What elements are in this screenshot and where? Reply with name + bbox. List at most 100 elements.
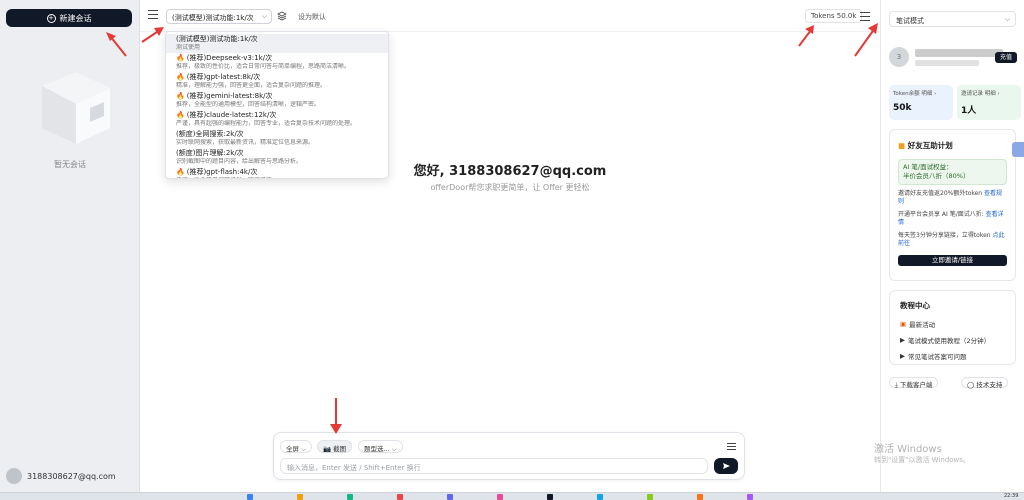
model-option-title: 🔥 (推荐)gpt-flash:4k/次 xyxy=(176,168,258,176)
doc-item-faq[interactable]: ▶ 常见笔试答案可问题 xyxy=(900,351,1005,361)
triangle-right-icon: ▶ xyxy=(900,352,905,360)
model-option-title: 🔥 (推荐)Deepseek-v3:1k/次 xyxy=(176,54,273,62)
blurred-username xyxy=(915,49,1003,57)
invite-record-label: 邀请记录 明细 › xyxy=(961,91,1000,97)
fire-icon: 🔥 xyxy=(176,92,185,100)
fire-icon: 🔥 xyxy=(176,168,185,176)
plus-icon: + xyxy=(46,13,56,23)
docs-card: 教程中心 ▣ 最新活动 ▶ 笔试模式使用教程（2分钟） ▶ 常见笔试答案可问题 xyxy=(889,290,1016,365)
top-bar: (测试模型)测试功能:1k/次 ⌵ 设为默认 Tokens 50.0k xyxy=(140,0,880,32)
app-icon[interactable] xyxy=(347,494,353,500)
invite-title: ■ 好友互助计划 xyxy=(898,141,953,150)
model-option-desc: 精准，理解能力强，回答更全面，适合复杂问题的推理。 xyxy=(176,82,327,89)
recharge-button[interactable]: 充值 xyxy=(995,52,1017,63)
side-floating-tab[interactable] xyxy=(1012,142,1024,157)
taskbar-clock: 22:39 xyxy=(1004,493,1019,499)
composer-menu-icon[interactable] xyxy=(727,443,736,451)
model-option-title: 🔥 (推荐)gemini-latest:8k/次 xyxy=(176,92,273,100)
invite-share-line: 每天签3分钟分享链接，立得token 点此前往 xyxy=(898,232,1005,247)
new-chat-button[interactable]: + 新建会话 xyxy=(6,9,132,27)
panel-menu-icon[interactable] xyxy=(860,12,870,21)
model-option-desc: 严谨，具有超强的编程能力，回答专业，适合复杂技术问题的处理。 xyxy=(176,120,357,127)
gift-icon: ▣ xyxy=(900,320,907,328)
doc-item-latest[interactable]: ▣ 最新活动 xyxy=(900,319,1005,329)
profile-avatar: 3 xyxy=(889,47,909,67)
model-option-desc: 快速，适合简单问答场景，响应迅速。 xyxy=(176,177,378,178)
set-default-button[interactable]: 设为默认 xyxy=(298,12,326,22)
chevron-down-icon: ⌵ xyxy=(1004,15,1010,23)
app-icon[interactable] xyxy=(597,494,603,500)
tech-support-button[interactable]: ◯ 技术支持 xyxy=(961,377,1009,389)
model-option[interactable]: 🔥 (推荐)Deepseek-v3:1k/次 推荐，极致的性价比，适合日常问答与简单… xyxy=(166,53,388,72)
taskbar: 22:39 xyxy=(0,492,1024,500)
mode-select[interactable]: 笔试模式 ⌵ xyxy=(889,11,1016,27)
fire-icon: 🔥 xyxy=(176,111,185,119)
start-icon[interactable] xyxy=(247,494,253,500)
layers-icon[interactable] xyxy=(277,11,287,21)
invite-record-card[interactable]: 邀请记录 明细 › 1人 xyxy=(957,85,1021,120)
app-icon[interactable] xyxy=(747,494,753,500)
user-avatar xyxy=(6,468,22,484)
model-option[interactable]: 🔥 (推荐)claude-latest:12k/次 严谨，具有超强的编程能力，回答专… xyxy=(166,110,388,129)
invite-record-value: 1人 xyxy=(961,106,977,116)
app-icon[interactable] xyxy=(647,494,653,500)
composer: 全屏 ⌵ 📷 截图 题型选... ⌵ 输入消息，Enter 发送 / Shift… xyxy=(273,432,745,480)
model-option[interactable]: 🔥(推荐)gpt-flash:4k/次快速，适合简单问答场景，响应迅速。 xyxy=(166,167,388,178)
token-balance-value: 50k xyxy=(893,103,912,113)
invite-reward-box: AI 笔/面试权益： 半价会员八折（80%） xyxy=(898,159,1007,185)
app-icon[interactable] xyxy=(697,494,703,500)
model-option-title: (额度)全网搜索:2k/次 xyxy=(176,130,244,138)
model-option[interactable]: 🔥 (推荐)gemini-latest:8k/次 推荐，全能型的通用模型，回答结构清… xyxy=(166,91,388,110)
tokens-badge: Tokens 50.0k xyxy=(805,9,863,23)
fire-icon: 🔥 xyxy=(176,73,185,81)
question-type-chip[interactable]: 题型选... ⌵ xyxy=(358,440,403,453)
model-option[interactable]: (额度)全网搜索:2k/次 实时联网搜索，获取最新资讯，精准定位信息来源。 xyxy=(166,129,388,148)
mode-value: 笔试模式 xyxy=(896,17,924,25)
download-icon: ⤓ xyxy=(895,381,898,389)
model-option[interactable]: 🔥 (推荐)gpt-latest:8k/次 精准，理解能力强，回答更全面，适合复杂问… xyxy=(166,72,388,91)
explorer-icon[interactable] xyxy=(297,494,303,500)
fire-icon: 🔥 xyxy=(176,54,185,62)
invite-card: ■ 好友互助计划 AI 笔/面试权益： 半价会员八折（80%） 邀请好友充值返2… xyxy=(889,129,1016,281)
triangle-right-icon: ▶ xyxy=(900,336,905,344)
app-icon[interactable] xyxy=(397,494,403,500)
gift-icon: ■ xyxy=(898,141,906,150)
new-chat-label: 新建会话 xyxy=(59,13,92,23)
screenshot-chip[interactable]: 📷 截图 xyxy=(317,440,353,453)
blurred-email xyxy=(915,60,979,66)
doc-item-tutorial[interactable]: ▶ 笔试模式使用教程（2分钟） xyxy=(900,335,1005,345)
send-icon xyxy=(723,463,730,469)
fullscreen-chip[interactable]: 全屏 ⌵ xyxy=(280,440,312,453)
token-balance-card[interactable]: Token余额 明细 › 50k xyxy=(889,85,953,120)
menu-icon[interactable] xyxy=(148,10,158,19)
model-option-desc: 识别截图中的题目内容，给出解答与思路分析。 xyxy=(176,158,303,165)
model-option-desc: 推荐，全能型的通用模型，回答结构清晰，逻辑严密。 xyxy=(176,101,321,108)
app-icon[interactable] xyxy=(547,494,553,500)
model-selected-value: (测试模型)测试功能:1k/次 xyxy=(172,14,254,22)
chevron-down-icon: ⌵ xyxy=(261,12,267,20)
invite-button[interactable]: 立即邀请/链接 xyxy=(898,255,1007,266)
invite-member-line: 开通平台会员享 AI 笔/面试八折: 查看详情 xyxy=(898,211,1004,226)
app-icon[interactable] xyxy=(447,494,453,500)
send-button[interactable] xyxy=(714,458,738,474)
right-panel: 笔试模式 ⌵ 3 充值 Token余额 明细 › 50k 邀请记录 明细 › 1… xyxy=(880,0,1024,492)
model-option-title: 🔥 (推荐)gpt-latest:8k/次 xyxy=(176,73,261,81)
empty-box-illustration xyxy=(28,60,110,144)
main-area: (测试模型)测试功能:1k/次 ⌵ 设为默认 Tokens 50.0k (测试模… xyxy=(140,0,880,492)
empty-conversations-text: 暂无会话 xyxy=(54,160,86,169)
user-account[interactable]: 3188308627@qq.com xyxy=(6,468,116,484)
app-icon[interactable] xyxy=(497,494,503,500)
chat-icon: ◯ xyxy=(967,381,975,389)
model-option-desc: 实时联网搜索，获取最新资讯，精准定位信息来源。 xyxy=(176,139,315,146)
message-input[interactable]: 输入消息，Enter 发送 / Shift+Enter 换行 xyxy=(280,458,708,474)
camera-icon: 📷 xyxy=(323,445,332,453)
windows-activation-hint: 转到"设置"以激活 Windows。 xyxy=(874,456,970,464)
model-option[interactable]: (测试模型)测试功能:1k/次 测试使用 xyxy=(166,34,388,53)
download-client-button[interactable]: ⤓ 下载客户端 xyxy=(889,377,939,389)
model-select[interactable]: (测试模型)测试功能:1k/次 ⌵ xyxy=(166,9,272,24)
model-option-title: (测试模型)测试功能:1k/次 xyxy=(176,35,258,43)
invite-rule-line: 邀请好友充值返20%额外token 查看规则 xyxy=(898,190,1003,205)
token-balance-label: Token余额 明细 › xyxy=(893,91,937,97)
screenshot-label: 截图 xyxy=(333,445,347,453)
model-option[interactable]: (额度)图片理解:2k/次 识别截图中的题目内容，给出解答与思路分析。 xyxy=(166,148,388,167)
